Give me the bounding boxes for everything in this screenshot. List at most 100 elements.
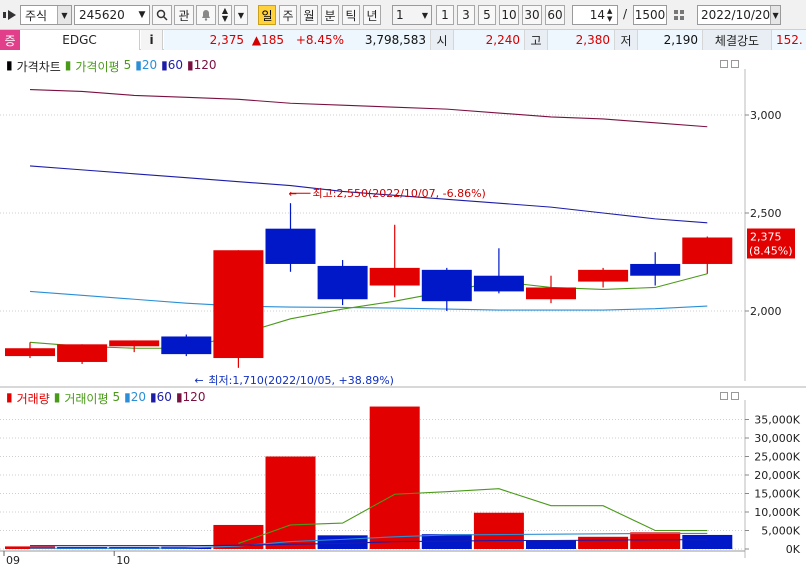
- candle-body: [57, 344, 108, 362]
- market-select-value: 주식: [25, 8, 48, 23]
- period-week-button[interactable]: 주: [279, 5, 297, 25]
- low-price-value: 2,190: [663, 33, 698, 47]
- interval-select[interactable]: 1 ▼: [392, 5, 432, 25]
- period-minute-button[interactable]: 분: [321, 5, 339, 25]
- options-button[interactable]: ▼: [234, 5, 248, 25]
- market-badge: 증: [0, 30, 20, 50]
- current-price-value: 2,375: [209, 33, 244, 47]
- volume-panel: ▮ 거래량 ▮ 거래이평 5 ▮20 ▮60 ▮120 0K 5,000K 10,0…: [0, 388, 806, 565]
- interval-10-label: 10: [501, 8, 517, 22]
- chevron-down-icon[interactable]: ▼: [135, 10, 149, 20]
- arrow-right-icon: [3, 10, 16, 20]
- high-label: 고: [524, 30, 548, 50]
- high-label-text: 고: [530, 33, 542, 48]
- search-icon: [156, 9, 168, 21]
- volume-bar: [526, 540, 576, 549]
- low-annotation: 최저:1,710(2022/10/05, +38.89%): [208, 374, 394, 386]
- candle-body: [369, 267, 420, 286]
- chevron-down-icon[interactable]: ▼: [419, 11, 431, 20]
- price-ma5-line: [29, 273, 708, 349]
- volume-tick-label: 10,000K: [754, 506, 800, 519]
- low-label: 저: [614, 30, 638, 50]
- bell-button[interactable]: [196, 5, 216, 25]
- toolbar: 주식 ▼ 245620 ▼ 관 ▲ ▼ ▼ 일 주 월 분 틱 년 1 ▼ 1 3…: [0, 0, 806, 30]
- volume-bar: [265, 456, 316, 549]
- volume-bar: [578, 536, 629, 549]
- volume-chart: 0K 5,000K 10,000K 15,000K 20,000K 25,000K 30,0…: [0, 400, 801, 565]
- high-annotation: 최고:2,550(2022/10/07, -6.86%): [313, 187, 486, 200]
- grid-button[interactable]: [670, 5, 688, 25]
- period-month-label: 월: [303, 8, 315, 23]
- candle-body: [473, 275, 524, 292]
- volume-tick-label: 30,000K: [754, 432, 800, 445]
- x-tick-label: 10: [116, 554, 130, 565]
- market-badge-label: 증: [4, 33, 16, 48]
- link-arrow-icon[interactable]: [2, 5, 18, 25]
- x-tick-label: 09: [6, 554, 20, 565]
- count-stepper[interactable]: ▲ ▼: [607, 7, 617, 23]
- open-price-value: 2,240: [485, 33, 520, 47]
- volume-tick-label: 0K: [786, 543, 801, 556]
- last-price-tag-pct: (8.45%): [749, 245, 793, 258]
- high-price: 2,380: [548, 30, 614, 50]
- chevron-up-icon: ▲: [607, 7, 613, 15]
- candle-body: [317, 265, 368, 300]
- low-label-text: 저: [620, 33, 632, 48]
- date-picker[interactable]: 2022/10/20 ▼: [697, 5, 781, 25]
- open-label: 시: [430, 30, 454, 50]
- interval-60-label: 60: [547, 8, 563, 22]
- period-tick-button[interactable]: 틱: [342, 5, 360, 25]
- candle-body: [421, 269, 472, 302]
- volume-bar: [369, 406, 420, 549]
- interval-60-button[interactable]: 60: [545, 5, 565, 25]
- interval-10-button[interactable]: 10: [499, 5, 519, 25]
- grid-icon: [674, 10, 684, 20]
- info-button[interactable]: i: [141, 30, 163, 50]
- volume-tick-label: 20,000K: [754, 469, 800, 482]
- candle-body: [682, 237, 733, 264]
- interval-3-button[interactable]: 3: [457, 5, 475, 25]
- stock-code-input[interactable]: 245620 ▼: [74, 5, 150, 25]
- price-chart: 2,000 2,500 3,000 ← 최고:2,550(2022/10/07, -6.…: [0, 69, 795, 386]
- interval-5-button[interactable]: 5: [478, 5, 496, 25]
- price-tick-label: 3,000: [750, 109, 782, 122]
- search-button[interactable]: [152, 5, 172, 25]
- stepper-button[interactable]: ▲ ▼: [218, 5, 232, 25]
- candle-body: [5, 348, 55, 357]
- visible-count-input[interactable]: 14 ▲ ▼: [572, 5, 618, 25]
- volume-bar: [317, 535, 368, 549]
- stock-name: EDGC: [20, 30, 140, 50]
- low-annotation-arrowhead: ←: [194, 374, 203, 386]
- total-count-input[interactable]: 1500: [633, 5, 667, 25]
- candle-body: [213, 250, 264, 359]
- interval-30-button[interactable]: 30: [522, 5, 542, 25]
- date-value: 2022/10/20: [701, 8, 771, 22]
- low-price: 2,190: [638, 30, 702, 50]
- candle-body: [265, 228, 316, 264]
- interval-1-button[interactable]: 1: [436, 5, 454, 25]
- price-change-pct-value: +8.45%: [295, 33, 344, 47]
- volume-tick-label: 35,000K: [754, 414, 800, 427]
- chevron-down-icon[interactable]: ▼: [57, 6, 71, 24]
- visible-count-value: 14: [589, 8, 605, 22]
- price-ma120-line: [29, 88, 708, 128]
- open-price: 2,240: [454, 30, 524, 50]
- price-ma20-line: [29, 290, 708, 311]
- period-day-button[interactable]: 일: [258, 5, 276, 25]
- candle-body: [161, 336, 212, 355]
- volume-tick-label: 15,000K: [754, 488, 800, 501]
- count-separator: /: [623, 7, 628, 21]
- high-price-value: 2,380: [575, 33, 610, 47]
- open-label-text: 시: [436, 33, 448, 48]
- market-select[interactable]: 주식 ▼: [20, 5, 72, 25]
- candle-body: [109, 340, 160, 347]
- current-price: 2,375: [164, 30, 248, 50]
- strength-label-text: 체결강도: [714, 33, 760, 48]
- watchlist-button[interactable]: 관: [174, 5, 194, 25]
- chevron-down-icon[interactable]: ▼: [770, 6, 780, 24]
- period-month-button[interactable]: 월: [300, 5, 318, 25]
- chevron-down-icon: ▼: [607, 15, 613, 23]
- period-year-button[interactable]: 년: [363, 5, 381, 25]
- volume-value: 3,798,583: [348, 30, 430, 50]
- period-week-label: 주: [282, 8, 294, 23]
